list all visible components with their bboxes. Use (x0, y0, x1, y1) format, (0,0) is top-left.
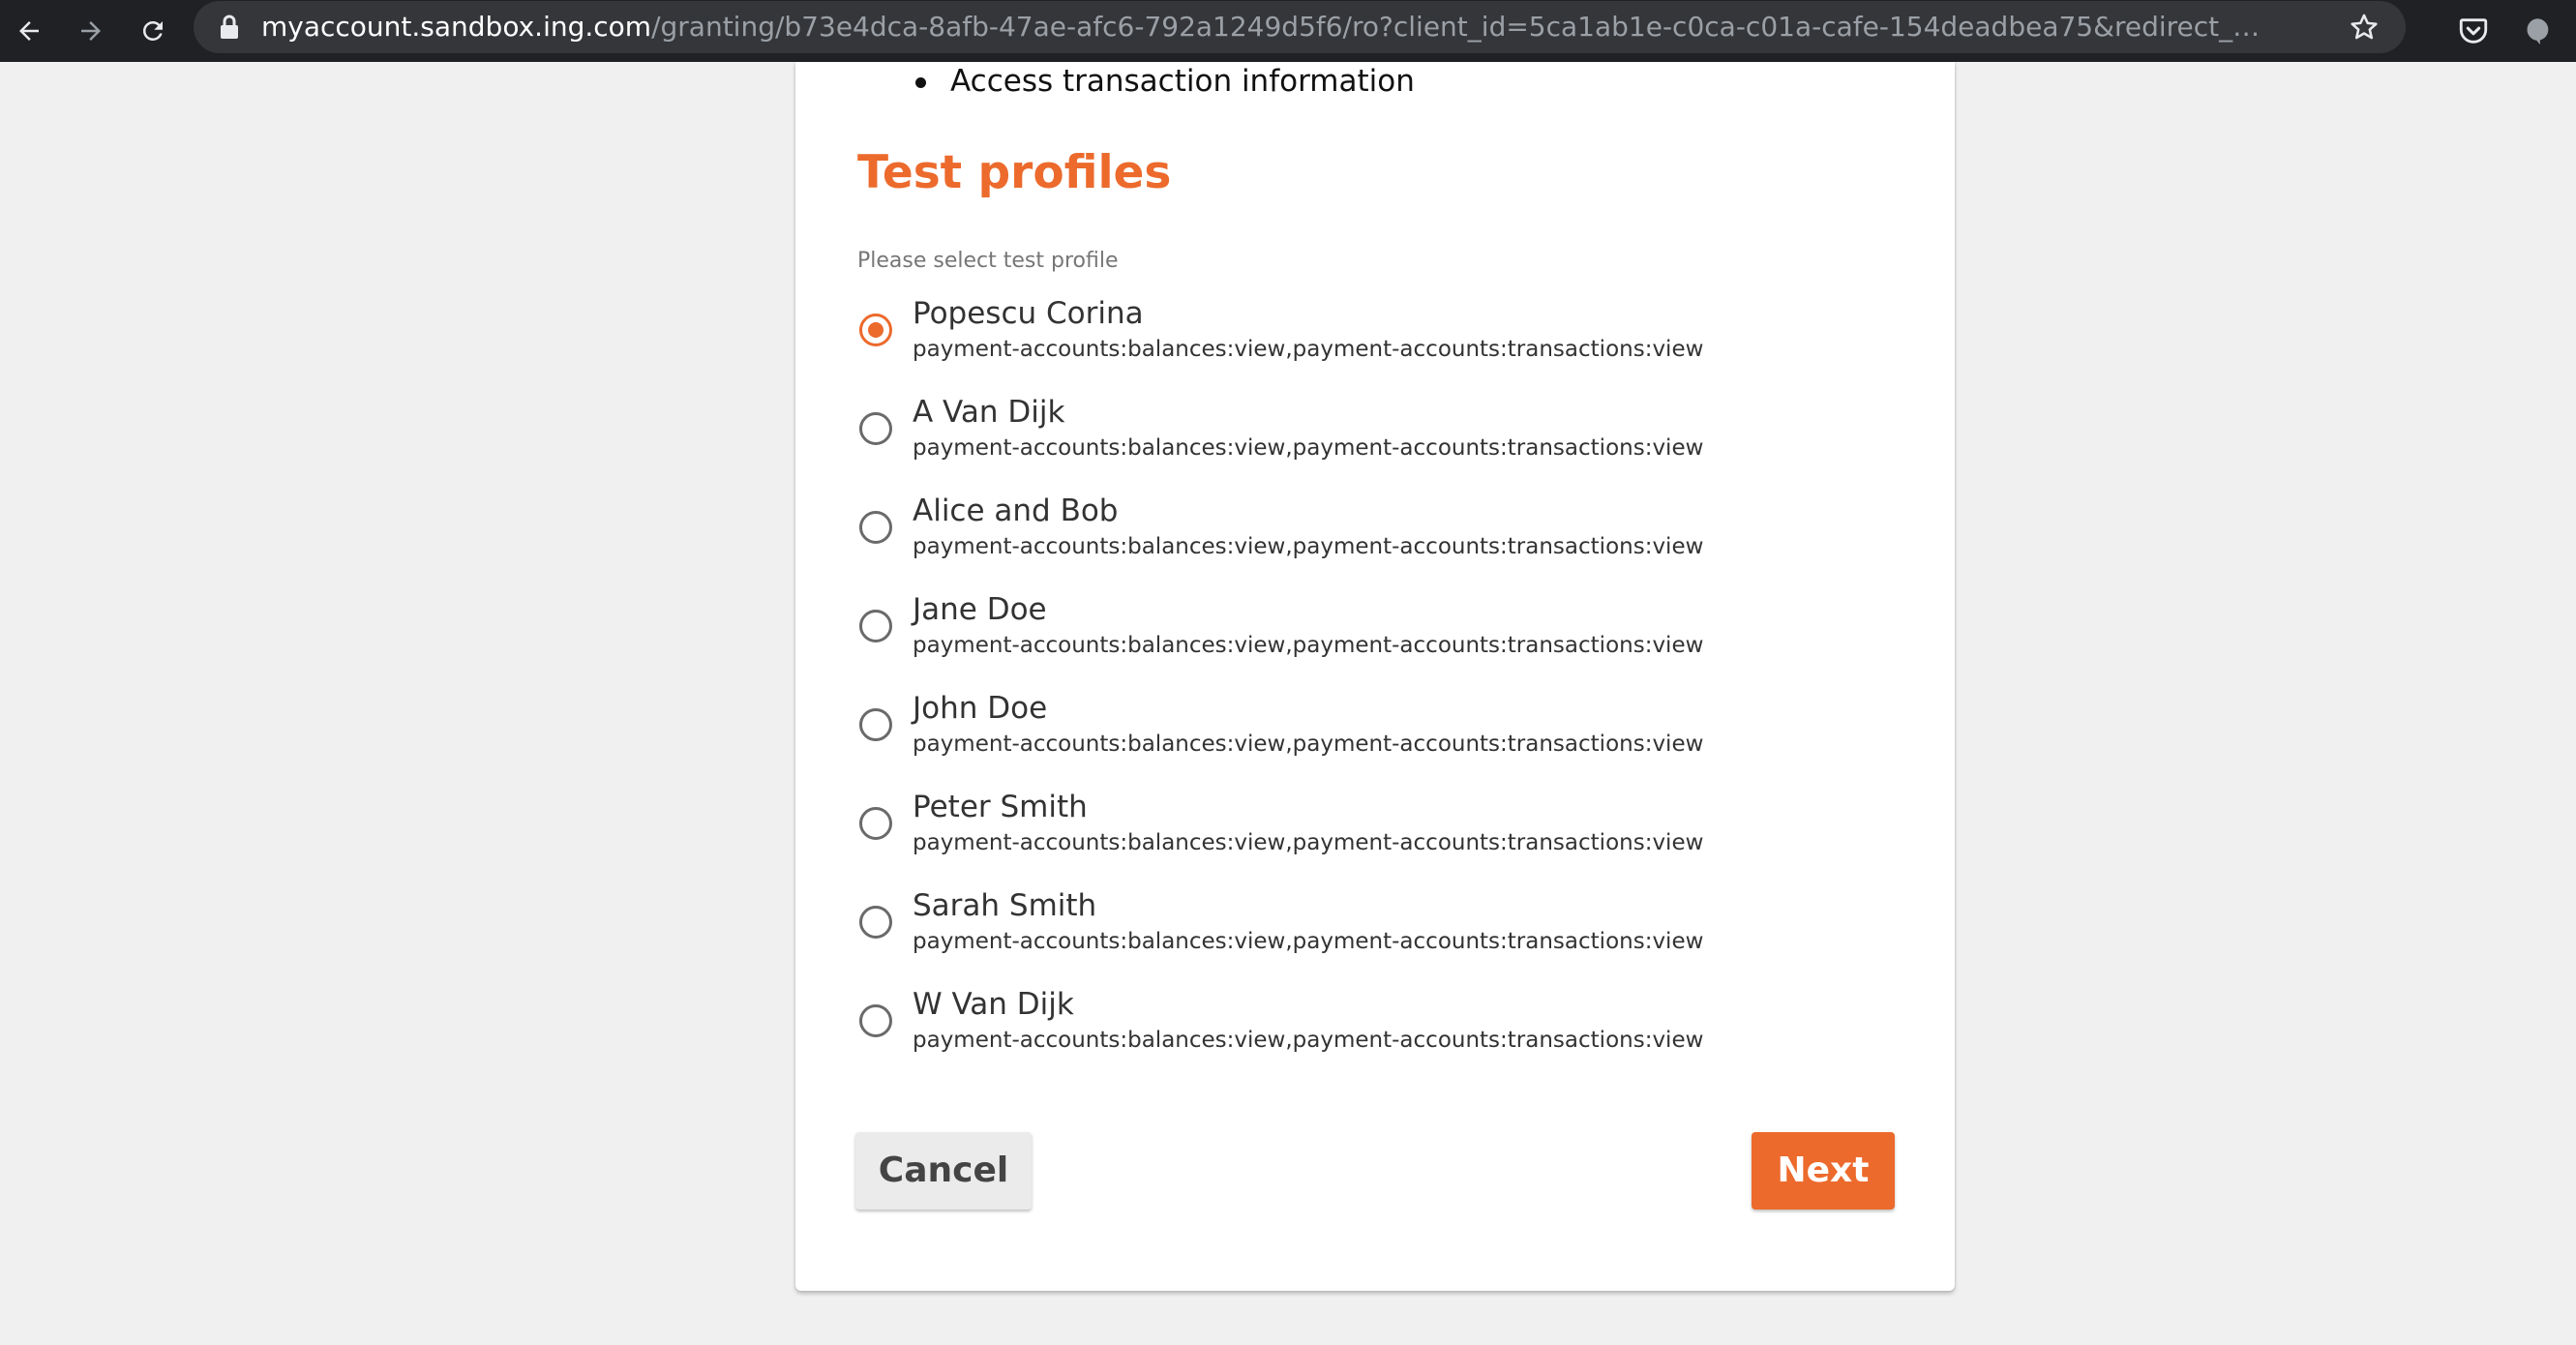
radio-button[interactable] (859, 906, 892, 939)
bookmark-star-icon[interactable] (2348, 11, 2381, 44)
select-profile-label: Please select test profile (857, 249, 1119, 273)
profile-scope: payment-accounts:balances:view,payment-a… (913, 1028, 1704, 1053)
forward-button[interactable] (68, 8, 114, 54)
profile-name: Alice and Bob (913, 493, 1119, 528)
profile-option-peter-smith[interactable]: Peter Smith payment-accounts:balances:vi… (857, 786, 1883, 873)
profile-scope: payment-accounts:balances:view,payment-a… (913, 929, 1704, 954)
address-bar[interactable]: myaccount.sandbox.ing.com/granting/b73e4… (194, 1, 2406, 53)
browser-toolbar: myaccount.sandbox.ing.com/granting/b73e4… (0, 0, 2576, 62)
profile-option-popescu-corina[interactable]: Popescu Corina payment-accounts:balances… (857, 292, 1883, 379)
speech-bubble-icon (2527, 18, 2549, 45)
profile-option-john-doe[interactable]: John Doe payment-accounts:balances:view,… (857, 687, 1883, 774)
profile-name: Sarah Smith (913, 888, 1097, 923)
back-arrow-icon (19, 21, 39, 41)
profile-scope: payment-accounts:balances:view,payment-a… (913, 337, 1704, 362)
profile-option-a-van-dijk[interactable]: A Van Dijk payment-accounts:balances:vie… (857, 391, 1883, 478)
profile-extension-button[interactable] (2514, 8, 2561, 54)
lock-icon (221, 15, 238, 39)
cancel-button[interactable]: Cancel (855, 1132, 1032, 1210)
profile-name: Jane Doe (913, 592, 1047, 627)
bullet-point (915, 77, 926, 88)
next-button[interactable]: Next (1752, 1132, 1895, 1210)
profile-scope: payment-accounts:balances:view,payment-a… (913, 435, 1704, 461)
profile-option-alice-and-bob[interactable]: Alice and Bob payment-accounts:balances:… (857, 490, 1883, 577)
url-path: /granting/b73e4dca-8afb-47ae-afc6-792a12… (651, 11, 2274, 43)
reload-button[interactable] (130, 8, 176, 54)
profile-name: W Van Dijk (913, 987, 1074, 1022)
profile-name: A Van Dijk (913, 395, 1065, 430)
radio-button[interactable] (859, 412, 892, 445)
radio-button[interactable] (859, 807, 892, 840)
url-host: myaccount.sandbox.ing.com (261, 11, 652, 43)
radio-button[interactable] (859, 610, 892, 643)
profile-scope: payment-accounts:balances:view,payment-a… (913, 732, 1704, 757)
radio-button[interactable] (859, 708, 892, 741)
radio-button[interactable] (859, 511, 892, 544)
profile-scope: payment-accounts:balances:view,payment-a… (913, 534, 1704, 559)
radio-button[interactable] (859, 1004, 892, 1037)
profile-scope: payment-accounts:balances:view,payment-a… (913, 633, 1704, 658)
forward-arrow-icon (81, 21, 101, 41)
pocket-extension-button[interactable] (2450, 8, 2497, 54)
reload-icon (142, 20, 163, 41)
consent-item-transactions: Access transaction information (950, 64, 1415, 99)
section-title: Test profiles (857, 146, 1172, 199)
consent-card: Access transaction information Test prof… (795, 62, 1955, 1291)
url-text[interactable]: myaccount.sandbox.ing.com/granting/b73e4… (261, 1, 2274, 53)
profile-name: Popescu Corina (913, 296, 1144, 331)
pocket-icon (2459, 18, 2488, 44)
radio-button-selected[interactable] (859, 314, 892, 346)
profile-option-w-van-dijk[interactable]: W Van Dijk payment-accounts:balances:vie… (857, 983, 1883, 1070)
profile-option-jane-doe[interactable]: Jane Doe payment-accounts:balances:view,… (857, 588, 1883, 675)
profile-name: John Doe (913, 691, 1048, 726)
profile-name: Peter Smith (913, 790, 1088, 824)
profile-scope: payment-accounts:balances:view,payment-a… (913, 830, 1704, 855)
back-button[interactable] (6, 8, 52, 54)
profile-option-sarah-smith[interactable]: Sarah Smith payment-accounts:balances:vi… (857, 884, 1883, 971)
